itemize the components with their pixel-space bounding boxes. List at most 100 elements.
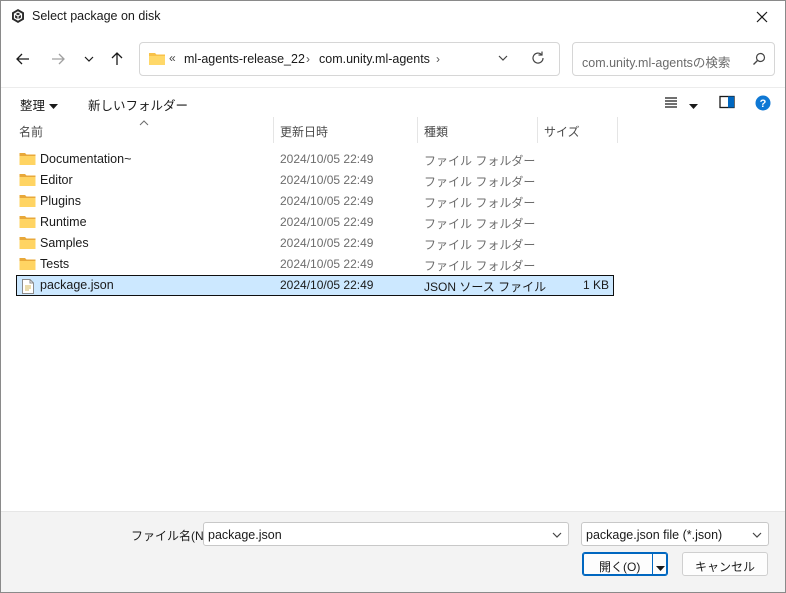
file-type: ファイル フォルダー xyxy=(424,196,536,210)
caret-down-icon[interactable] xyxy=(49,99,58,113)
search-placeholder[interactable]: com.unity.ml-agentsの検索 xyxy=(582,52,730,71)
up-button[interactable] xyxy=(105,47,129,71)
folder-icon xyxy=(19,215,36,232)
file-row[interactable]: Tests 2024/10/05 22:49 ファイル フォルダー xyxy=(16,254,614,275)
filename-input[interactable]: package.json xyxy=(203,522,569,546)
address-history-button[interactable] xyxy=(497,51,509,68)
file-name[interactable]: Editor xyxy=(40,173,73,187)
refresh-icon xyxy=(532,51,544,64)
organize-button[interactable]: 整理 xyxy=(20,95,45,114)
file-type: ファイル フォルダー xyxy=(424,238,536,252)
svg-text:?: ? xyxy=(760,98,767,110)
folder-icon xyxy=(19,173,36,190)
breadcrumb-separator-icon[interactable]: › xyxy=(306,52,310,66)
refresh-button[interactable] xyxy=(530,50,546,69)
file-date: 2024/10/05 22:49 xyxy=(280,173,374,187)
file-dialog: Select package on disk « ml-agents-relea… xyxy=(0,0,786,593)
preview-pane-button[interactable] xyxy=(719,95,735,112)
arrow-up-icon xyxy=(111,52,123,65)
arrow-right-icon xyxy=(52,53,65,65)
address-overflow[interactable]: « xyxy=(169,51,176,65)
file-name[interactable]: Runtime xyxy=(40,215,87,229)
file-name[interactable]: Documentation~ xyxy=(40,152,131,166)
file-date: 2024/10/05 22:49 xyxy=(280,257,374,271)
cancel-button[interactable]: キャンセル xyxy=(682,552,768,576)
recent-locations-button[interactable] xyxy=(77,47,101,71)
caret-down-icon[interactable] xyxy=(689,99,698,113)
file-size: 1 KB xyxy=(582,278,609,292)
help-button[interactable]: ? xyxy=(755,95,771,114)
file-name[interactable]: package.json xyxy=(40,278,114,292)
window-title: Select package on disk xyxy=(32,9,161,23)
column-divider[interactable] xyxy=(617,117,618,143)
file-type: ファイル フォルダー xyxy=(424,175,536,189)
file-row[interactable]: Samples 2024/10/05 22:49 ファイル フォルダー xyxy=(16,233,614,254)
file-row[interactable]: Plugins 2024/10/05 22:49 ファイル フォルダー xyxy=(16,191,614,212)
search-box[interactable]: com.unity.ml-agentsの検索 xyxy=(572,42,775,76)
cancel-button-label[interactable]: キャンセル xyxy=(683,558,767,575)
split-divider xyxy=(652,553,653,575)
file-name[interactable]: Samples xyxy=(40,236,89,250)
filename-label: ファイル名(N): xyxy=(131,529,211,543)
column-header: 名前 更新日時 種類 サイズ xyxy=(1,117,785,143)
arrow-left-icon xyxy=(16,53,29,65)
column-size[interactable]: サイズ xyxy=(544,123,580,140)
chevron-down-icon xyxy=(498,55,508,61)
file-date: 2024/10/05 22:49 xyxy=(280,215,374,229)
open-button[interactable]: 開く(O) xyxy=(582,552,668,576)
back-button[interactable] xyxy=(11,47,35,71)
file-type: ファイル フォルダー xyxy=(424,217,536,231)
chevron-down-icon[interactable] xyxy=(551,529,563,544)
json-file-icon xyxy=(22,279,34,297)
column-divider[interactable] xyxy=(417,117,418,143)
address-bar[interactable]: « ml-agents-release_22 › com.unity.ml-ag… xyxy=(139,42,560,76)
file-date: 2024/10/05 22:49 xyxy=(280,194,374,208)
title-bar: Select package on disk xyxy=(1,1,785,33)
file-name[interactable]: Plugins xyxy=(40,194,81,208)
column-divider[interactable] xyxy=(273,117,274,143)
list-view-icon xyxy=(665,97,677,108)
file-type: JSON ソース ファイル xyxy=(424,280,547,294)
folder-icon xyxy=(19,152,36,169)
chevron-down-icon xyxy=(84,56,94,62)
search-icon[interactable] xyxy=(752,52,766,69)
breadcrumb-separator-icon[interactable]: › xyxy=(436,52,440,66)
chevron-down-icon[interactable] xyxy=(751,529,763,544)
dialog-footer: ファイル名(N): package.json package.json file… xyxy=(1,511,785,592)
filetype-select[interactable]: package.json file (*.json) xyxy=(581,522,769,546)
file-row-selected[interactable]: package.json 2024/10/05 22:49 JSON ソース フ… xyxy=(16,275,614,296)
open-button-label[interactable]: 開く(O) xyxy=(599,558,640,575)
file-name[interactable]: Tests xyxy=(40,257,69,271)
close-icon xyxy=(756,11,768,23)
sort-ascending-icon xyxy=(139,115,149,129)
unity-icon xyxy=(10,8,26,24)
file-row[interactable]: Editor 2024/10/05 22:49 ファイル フォルダー xyxy=(16,170,614,191)
folder-icon xyxy=(19,257,36,274)
help-icon: ? xyxy=(755,95,771,111)
folder-icon xyxy=(148,51,166,69)
file-type: ファイル フォルダー xyxy=(424,259,536,273)
filetype-value[interactable]: package.json file (*.json) xyxy=(586,528,722,542)
filename-value[interactable]: package.json xyxy=(208,528,282,542)
new-folder-button[interactable]: 新しいフォルダー xyxy=(88,95,188,114)
breadcrumb-ml-agents-release-22[interactable]: ml-agents-release_22 xyxy=(184,52,305,66)
breadcrumb-com-unity-ml-agents[interactable]: com.unity.ml-agents xyxy=(319,52,430,66)
file-date: 2024/10/05 22:49 xyxy=(280,278,374,292)
close-button[interactable] xyxy=(739,1,785,33)
column-type[interactable]: 種類 xyxy=(424,123,448,140)
column-date[interactable]: 更新日時 xyxy=(280,123,328,140)
file-row[interactable]: Runtime 2024/10/05 22:49 ファイル フォルダー xyxy=(16,212,614,233)
preview-pane-icon xyxy=(719,95,735,109)
column-divider[interactable] xyxy=(537,117,538,143)
forward-button[interactable] xyxy=(46,47,70,71)
file-type: ファイル フォルダー xyxy=(424,154,536,168)
view-options-button[interactable] xyxy=(664,95,678,112)
file-row[interactable]: Documentation~ 2024/10/05 22:49 ファイル フォル… xyxy=(16,149,614,170)
caret-down-icon[interactable] xyxy=(656,561,665,575)
column-name[interactable]: 名前 xyxy=(19,123,43,140)
file-date: 2024/10/05 22:49 xyxy=(280,236,374,250)
file-date: 2024/10/05 22:49 xyxy=(280,152,374,166)
command-bar: 整理 新しいフォルダー ? xyxy=(1,87,785,117)
folder-icon xyxy=(19,194,36,211)
folder-icon xyxy=(19,236,36,253)
